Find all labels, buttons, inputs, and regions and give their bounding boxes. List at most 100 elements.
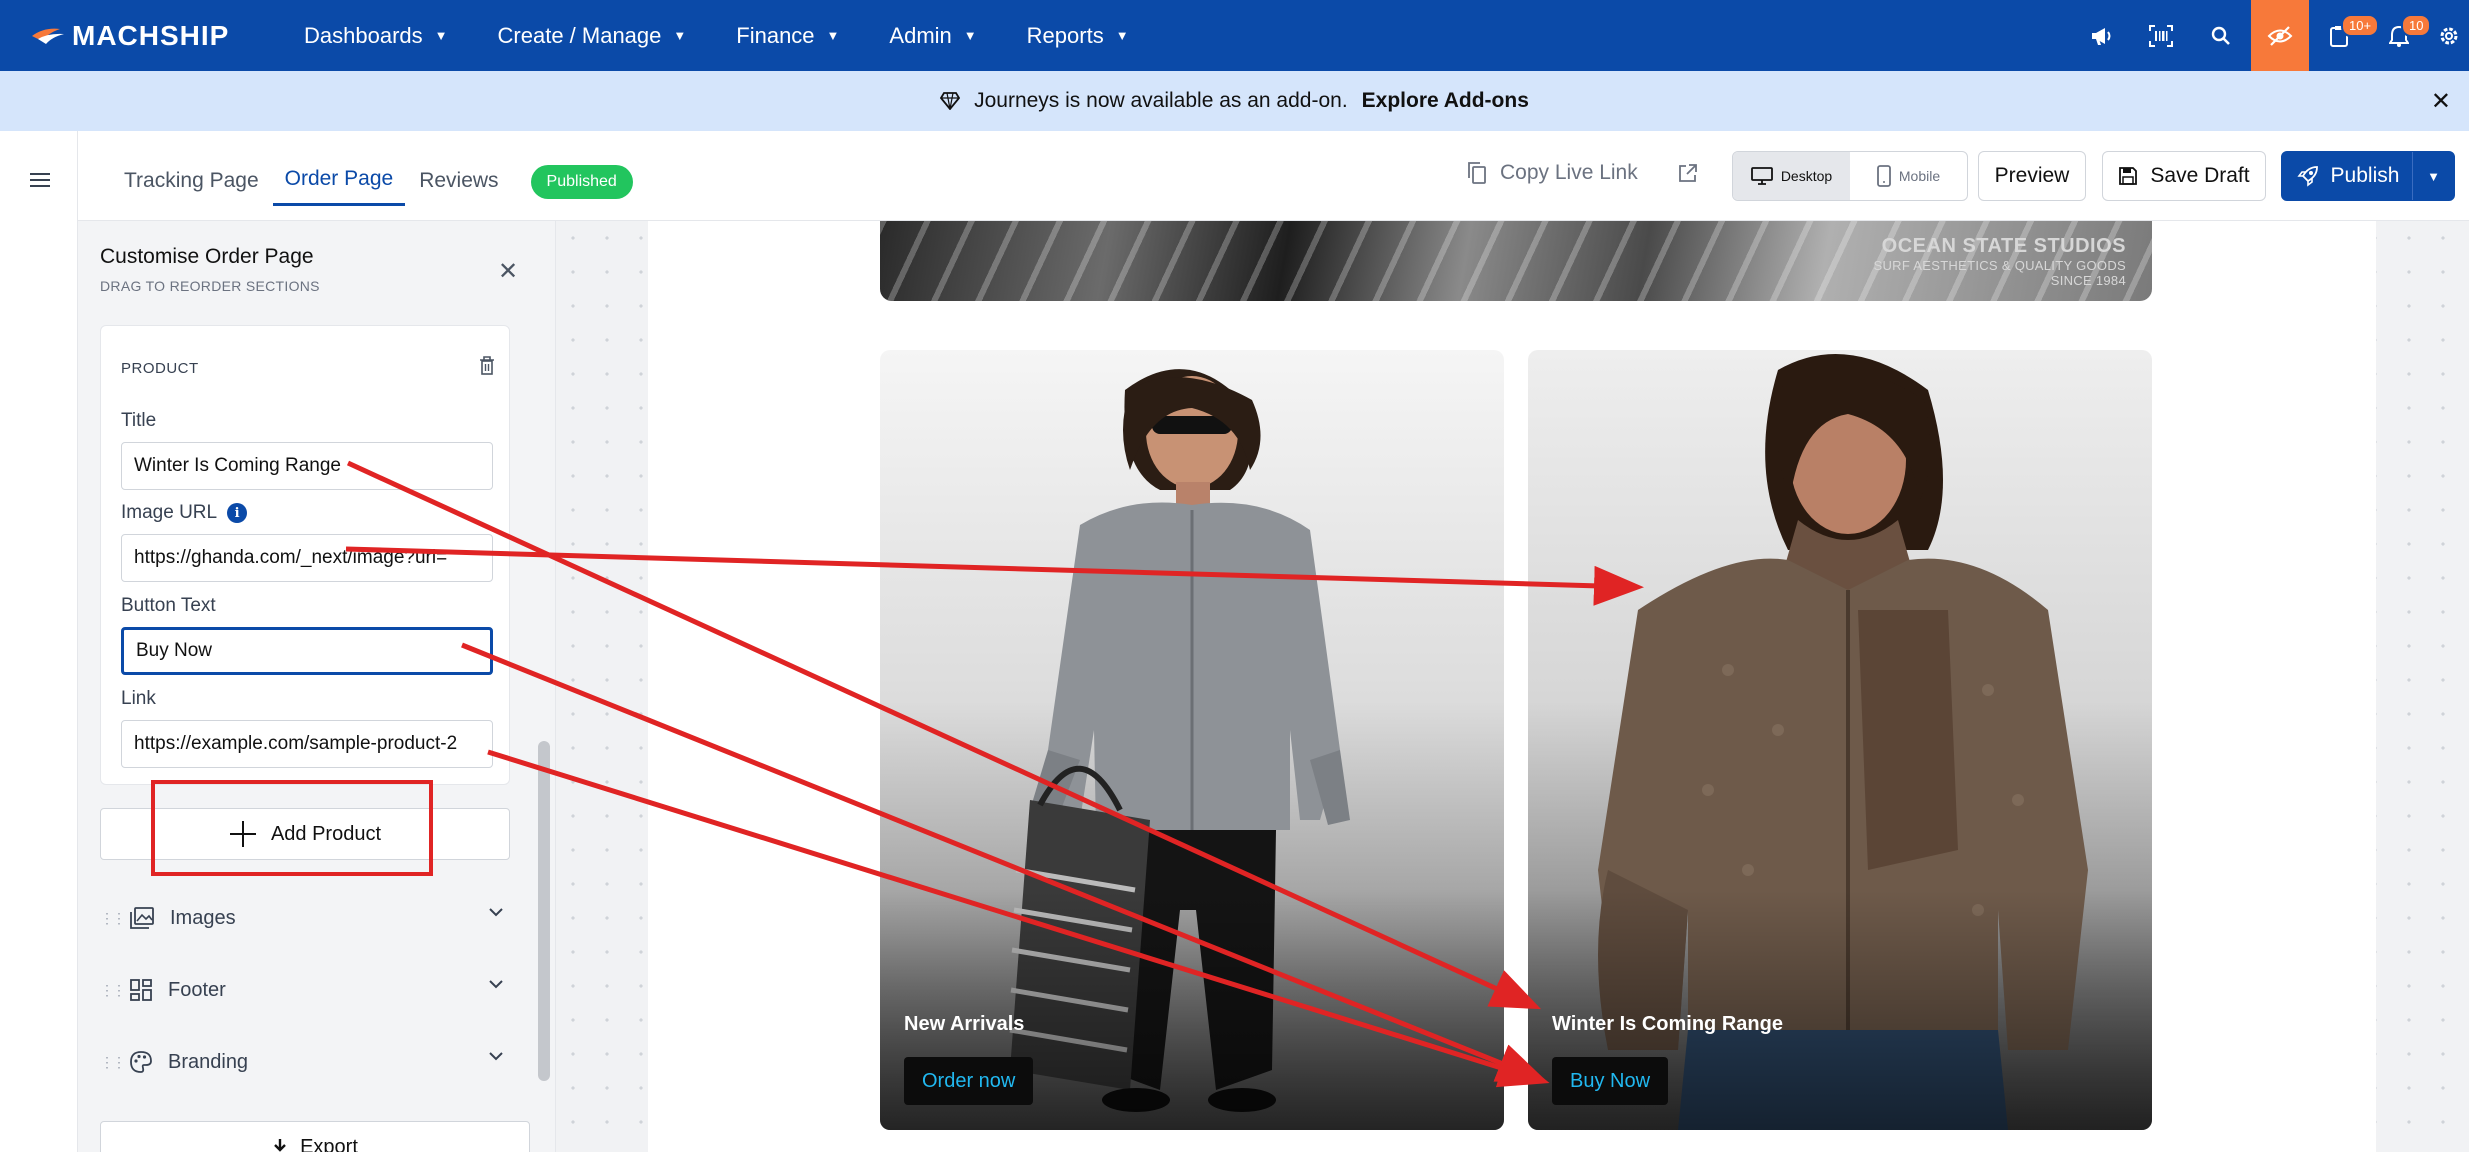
chevron-down-icon: ▼: [826, 28, 840, 43]
drag-handle-icon[interactable]: ⋮⋮: [100, 1054, 126, 1071]
search-button[interactable]: [2191, 0, 2251, 71]
chevron-down-icon[interactable]: [488, 1050, 504, 1062]
eye-off-icon: [2267, 25, 2293, 46]
preview-button[interactable]: Preview: [1978, 151, 2086, 201]
barcode-scan-button[interactable]: [2131, 0, 2191, 71]
product-section-card: PRODUCT Title Image URL i Button Text Lin…: [100, 325, 510, 785]
customise-panel: Customise Order Page DRAG TO REORDER SEC…: [78, 221, 556, 1152]
hamburger-menu-icon[interactable]: [30, 172, 50, 188]
info-icon[interactable]: i: [227, 503, 248, 523]
images-icon: [130, 907, 154, 929]
save-draft-button[interactable]: Save Draft: [2102, 151, 2266, 201]
tab-order-page[interactable]: Order Page: [272, 157, 406, 206]
desktop-view-button[interactable]: Desktop: [1733, 152, 1850, 200]
visibility-toggle-button[interactable]: [2251, 0, 2309, 71]
settings-button[interactable]: [2429, 0, 2469, 71]
tab-tracking-page[interactable]: Tracking Page: [112, 159, 271, 205]
section-row-images[interactable]: ⋮⋮ Images: [100, 894, 510, 942]
order-page-preview: OCEAN STATE STUDIOS SURF AESTHETICS & QU…: [648, 221, 2376, 1152]
top-navigation: MACHSHIP Dashboards ▼ Create / Manage ▼ Fi…: [0, 0, 2469, 71]
link-input[interactable]: [121, 720, 493, 768]
add-product-button[interactable]: Add Product: [100, 808, 510, 860]
nav-create-manage[interactable]: Create / Manage ▼: [498, 23, 687, 49]
tab-reviews[interactable]: Reviews: [407, 159, 510, 205]
export-button[interactable]: Export: [100, 1121, 530, 1152]
phone-icon: [1876, 165, 1891, 187]
panel-header: Customise Order Page DRAG TO REORDER SEC…: [78, 221, 556, 321]
explore-addons-link[interactable]: Explore Add-ons: [1362, 89, 1529, 113]
floppy-disk-icon: [2119, 167, 2138, 185]
left-rail: [0, 131, 78, 1152]
announcements-button[interactable]: [2071, 0, 2131, 71]
machship-logo[interactable]: MACHSHIP: [30, 20, 250, 52]
megaphone-icon: [2092, 27, 2111, 45]
copy-live-link-button[interactable]: Copy Live Link: [1468, 161, 1638, 185]
button-text-field-label: Button Text: [121, 595, 216, 617]
diamond-icon: [940, 92, 961, 110]
chevron-down-icon[interactable]: [488, 978, 504, 990]
notifications-button[interactable]: 10: [2369, 0, 2432, 71]
nav-finance-label: Finance: [736, 22, 815, 48]
rocket-icon: [2296, 166, 2318, 187]
panel-scrollbar[interactable]: [538, 741, 550, 1081]
image-url-field-label: Image URL i: [121, 502, 248, 524]
order-now-button[interactable]: Order now: [904, 1057, 1034, 1105]
button-text-label-text: Button Text: [121, 595, 216, 616]
logo-wordmark: MACHSHIP: [72, 19, 230, 51]
desktop-label: Desktop: [1780, 168, 1833, 184]
copy-live-link-label: Copy Live Link: [1500, 161, 1638, 184]
mobile-label: Mobile: [1898, 168, 1941, 184]
editor-tabs: Tracking Page Order Page Reviews Publish…: [112, 157, 633, 206]
gear-icon: [2440, 27, 2458, 44]
chevron-down-icon: ▼: [963, 28, 977, 43]
section-row-branding[interactable]: ⋮⋮ Branding: [100, 1038, 510, 1086]
section-row-footer[interactable]: ⋮⋮ Footer: [100, 966, 510, 1014]
copy-icon: [1468, 162, 1486, 184]
hero-image: OCEAN STATE STUDIOS SURF AESTHETICS & QU…: [880, 221, 2152, 301]
trash-icon[interactable]: [479, 356, 495, 376]
nav-actions: 10+ 10: [2071, 0, 2469, 71]
mobile-view-button[interactable]: Mobile: [1850, 152, 1967, 200]
link-label-text: Link: [121, 688, 156, 709]
product-card-new-arrivals[interactable]: New Arrivals Order now: [880, 350, 1504, 1130]
product-card-winter-range[interactable]: Winter Is Coming Range Buy Now: [1528, 350, 2152, 1130]
main-menu: Dashboards ▼ Create / Manage ▼ Finance ▼ Ad…: [304, 23, 1179, 49]
monitor-icon: [1750, 167, 1773, 185]
image-url-label-text: Image URL: [121, 502, 218, 523]
buy-now-button[interactable]: Buy Now: [1552, 1057, 1669, 1105]
button-text-input[interactable]: [121, 627, 493, 675]
section-footer-label: Footer: [168, 978, 226, 1001]
hero-line-3: SINCE 1984: [2050, 273, 2126, 288]
product-title: New Arrivals: [904, 1013, 1025, 1035]
section-images-label: Images: [170, 906, 236, 929]
product-card-heading: PRODUCT: [121, 360, 199, 377]
notifications-badge: 10: [2401, 14, 2432, 37]
nav-create-manage-label: Create / Manage: [497, 22, 662, 48]
publish-options-chevron-icon[interactable]: ▼: [2412, 152, 2454, 200]
nav-reports-label: Reports: [1026, 22, 1104, 48]
tasks-button[interactable]: 10+: [2309, 0, 2380, 71]
nav-admin[interactable]: Admin ▼: [889, 23, 976, 49]
publish-button[interactable]: Publish ▼: [2281, 151, 2455, 201]
download-icon: [274, 1139, 286, 1152]
drag-handle-icon[interactable]: ⋮⋮: [100, 982, 126, 999]
publish-label: Publish: [2330, 164, 2400, 187]
image-url-input[interactable]: [121, 534, 493, 582]
banner-close-icon[interactable]: ✕: [2431, 87, 2451, 116]
chevron-down-icon: ▼: [434, 28, 448, 43]
announcement-banner: Journeys is now available as an add-on. …: [0, 71, 2469, 131]
chevron-down-icon[interactable]: [488, 906, 504, 918]
panel-close-icon[interactable]: ✕: [498, 257, 518, 286]
palette-icon: [130, 1051, 152, 1073]
title-input[interactable]: [121, 442, 493, 490]
drag-handle-icon[interactable]: ⋮⋮: [100, 910, 126, 927]
nav-finance[interactable]: Finance ▼: [736, 23, 839, 49]
hero-line-1: OCEAN STATE STUDIOS: [1881, 235, 2126, 257]
section-branding-label: Branding: [168, 1050, 249, 1073]
external-link-icon[interactable]: [1678, 163, 1698, 183]
nav-reports[interactable]: Reports ▼: [1027, 23, 1129, 49]
hero-line-2: SURF AESTHETICS & QUALITY GOODS: [1873, 258, 2126, 273]
preview-canvas: OCEAN STATE STUDIOS SURF AESTHETICS & QU…: [556, 221, 2469, 1152]
save-draft-label: Save Draft: [2150, 164, 2250, 187]
nav-dashboards[interactable]: Dashboards ▼: [304, 23, 448, 49]
